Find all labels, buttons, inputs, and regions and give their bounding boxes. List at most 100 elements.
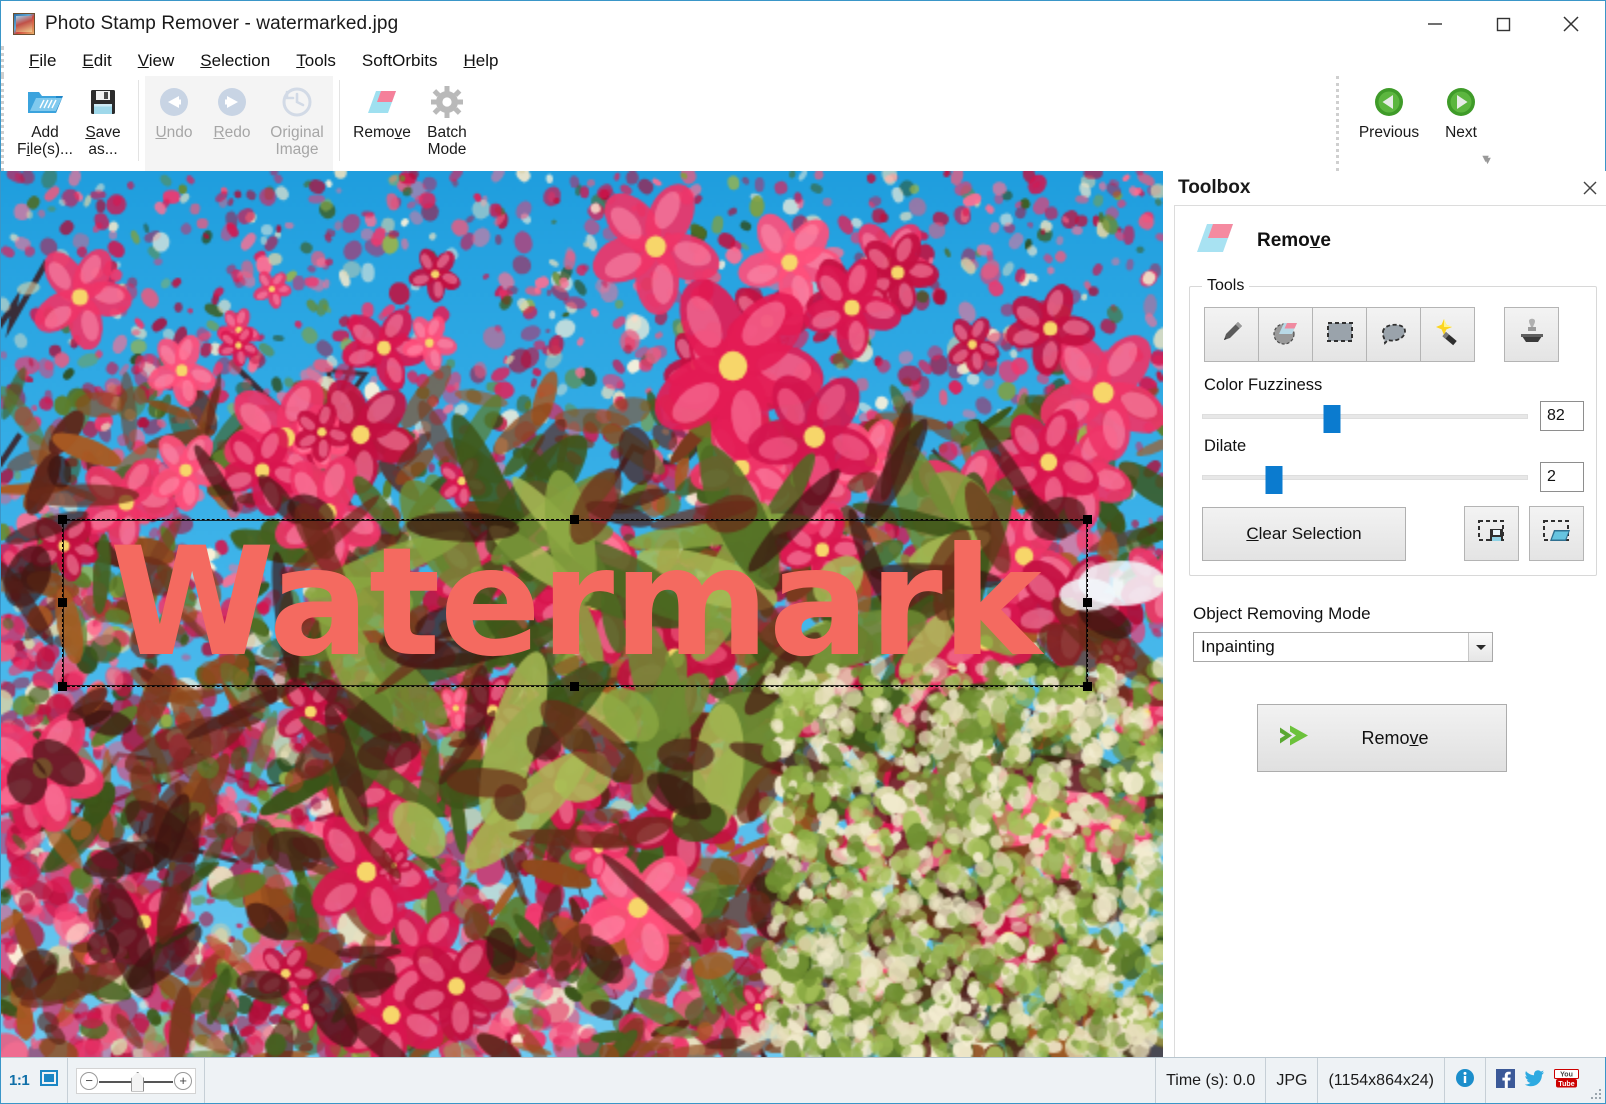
tool-buttons-row [1204,307,1584,362]
lasso-select-tool-button[interactable] [1366,307,1421,362]
menu-softorbits[interactable]: SoftOrbits [349,49,451,73]
previous-button[interactable]: Previous [1353,76,1425,171]
menu-selection[interactable]: Selection [187,49,283,73]
undo-label: Undo [155,124,193,141]
chevron-down-icon[interactable] [1468,633,1492,661]
status-info-button[interactable] [1445,1058,1486,1103]
green-double-arrow-icon [1276,721,1320,756]
toolbar-group-navigation: Previous Next ▼ [1336,76,1497,171]
zoom-out-icon[interactable]: − [80,1071,99,1090]
brush-eraser-icon [1270,317,1302,352]
application-window: Photo Stamp Remover - watermarked.jpg FF… [0,0,1606,1104]
toolbar-group-actions: Remove Batch Mode [346,76,476,171]
status-dimensions: (1154x864x24) [1318,1058,1445,1103]
toolbar-group-history: Undo Redo Original Image [145,76,333,171]
load-selection-button[interactable] [1529,506,1584,561]
zoom-ratio-label[interactable]: 1:1 [9,1072,30,1089]
toolbox-header: Toolbox [1164,171,1606,205]
toolbox-title: Toolbox [1178,177,1251,198]
color-fuzziness-value[interactable]: 82 [1540,401,1584,431]
menu-tools[interactable]: Tools [283,49,349,73]
color-fuzziness-row: 82 [1202,401,1584,433]
object-removing-mode-select[interactable]: Inpainting [1193,632,1493,662]
eraser-icon [362,82,402,122]
gear-icon [430,82,464,122]
toolbox-panel: Toolbox Remove Tools Color Fuzziness 82 … [1163,171,1606,1057]
next-label: Next [1445,124,1477,141]
previous-label: Previous [1358,124,1420,141]
dilate-label: Dilate [1204,437,1247,455]
zoom-in-icon[interactable]: + [174,1071,193,1090]
floppy-disk-icon [87,82,119,122]
dilate-slider[interactable] [1202,463,1528,494]
menu-help[interactable]: Help [451,49,512,73]
save-selection-button[interactable] [1464,506,1519,561]
toolbox-close-icon[interactable] [1579,177,1601,199]
status-format: JPG [1266,1058,1319,1103]
object-removing-mode-label: Object Removing Mode [1193,604,1371,623]
dilate-row: 2 [1202,462,1584,494]
dilate-value[interactable]: 2 [1540,462,1584,492]
undo-arrow-icon [157,82,191,122]
window-title: Photo Stamp Remover - watermarked.jpg [45,12,399,34]
youtube-icon[interactable]: You Tube [1554,1068,1579,1093]
green-left-arrow-icon [1373,82,1405,122]
add-files-button[interactable]: Add File(s)... [16,76,74,171]
toolbar-separator-1 [138,80,139,161]
save-selection-icon [1477,518,1507,549]
toolbox-content: Remove Tools Color Fuzziness 82 Dilate 2… [1174,205,1606,1057]
color-fuzziness-slider[interactable] [1202,402,1528,433]
menu-view[interactable]: View [125,49,188,73]
lasso-icon [1378,318,1410,351]
remove-toolbar-button[interactable]: Remove [346,76,418,171]
clone-stamp-tool-button[interactable] [1504,307,1559,362]
close-button[interactable] [1537,1,1605,46]
zoom-controls: 1:1 [1,1058,69,1103]
save-as-button[interactable]: Save as... [74,76,132,171]
eraser-icon [1193,220,1239,261]
window-controls [1401,1,1605,46]
remove-action-button[interactable]: Remove [1257,704,1507,772]
add-files-label: Add File(s)... [17,124,73,159]
toolbar-group-file: Add File(s)... Save as... [16,76,132,171]
menu-edit[interactable]: Edit [69,49,124,73]
resize-grip[interactable] [1589,1058,1605,1103]
svg-text:You: You [1560,1071,1573,1078]
status-bar: 1:1 − + Time (s): 0.0 JPG (1154x864x24) [1,1057,1605,1103]
fit-to-window-icon[interactable] [39,1069,59,1092]
tools-group: Tools Color Fuzziness 82 Dilate 2 C lear… [1189,277,1597,576]
svg-text:Tube: Tube [1558,1081,1574,1088]
batch-mode-label: Batch Mode [427,124,467,159]
minimize-button[interactable] [1401,1,1469,46]
clear-selection-button[interactable]: Clear Selection [1202,506,1406,561]
twitter-icon[interactable] [1524,1069,1545,1093]
undo-button[interactable]: Undo [145,76,203,171]
title-bar: Photo Stamp Remover - watermarked.jpg [1,1,1605,46]
menu-file[interactable]: FFileile [16,49,69,73]
magic-wand-tool-button[interactable] [1420,307,1475,362]
selection-actions-row: Clear Selection [1202,506,1584,561]
rectangle-select-tool-button[interactable] [1312,307,1367,362]
maximize-button[interactable] [1469,1,1537,46]
pencil-tool-button[interactable] [1204,307,1259,362]
menu-bar: FFileile Edit View Selection Tools SoftO… [1,46,1605,76]
status-time: Time (s): 0.0 [1155,1058,1267,1103]
pencil-icon [1217,317,1247,352]
remove-toolbar-label: Remove [353,124,411,141]
zoom-slider-thumb[interactable] [131,1071,145,1092]
rubber-stamp-icon [1517,317,1547,352]
original-image-button[interactable]: Original Image [261,76,333,171]
redo-arrow-icon [215,82,249,122]
save-as-label: Save as... [85,124,121,159]
redo-button[interactable]: Redo [203,76,261,171]
tools-group-label: Tools [1207,277,1245,294]
image-canvas[interactable]: Watermark [1,171,1163,1057]
batch-mode-button[interactable]: Batch Mode [418,76,476,171]
eraser-tool-button[interactable] [1258,307,1313,362]
facebook-icon[interactable] [1496,1068,1515,1093]
toolbar-separator-2 [339,80,340,161]
navigation-expand-icon[interactable]: ▼ [1480,153,1491,165]
zoom-slider[interactable]: − + [76,1067,197,1094]
toolbox-mode-title: Remove [1257,229,1331,251]
magic-wand-icon [1432,317,1464,352]
